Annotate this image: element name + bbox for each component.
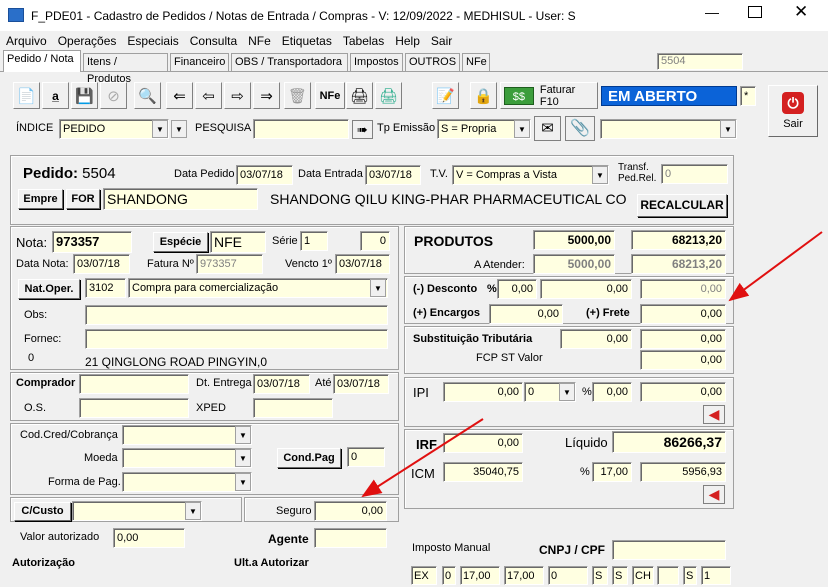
annotation-arrow bbox=[361, 418, 484, 498]
annotation-arrows bbox=[361, 231, 823, 498]
annotation-arrow bbox=[728, 231, 823, 302]
tab-item[interactable]: Pedido / Nota bbox=[3, 50, 81, 72]
